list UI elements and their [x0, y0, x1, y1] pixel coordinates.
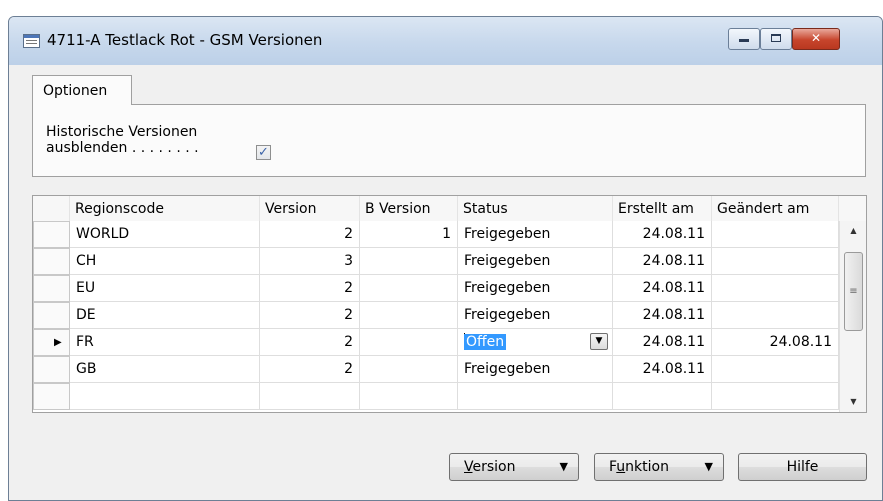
versions-table: Regionscode Version B Version Status Ers…	[32, 195, 867, 413]
header-region-code[interactable]: Regionscode	[70, 196, 260, 221]
funktion-menu-button[interactable]: Funktion ▼	[594, 453, 724, 481]
table-row[interactable]: EU 2 Freigegeben 24.08.11	[33, 275, 839, 302]
region-code-cell[interactable]: WORLD	[70, 221, 260, 248]
maximize-icon	[771, 34, 781, 42]
version-cell[interactable]: 2	[260, 329, 360, 356]
table-row[interactable]: WORLD 2 1 Freigegeben 24.08.11	[33, 221, 839, 248]
version-cell[interactable]: 2	[260, 275, 360, 302]
region-code-cell[interactable]: CH	[70, 248, 260, 275]
row-selector[interactable]	[33, 275, 70, 302]
created-cell[interactable]: 24.08.11	[613, 275, 712, 302]
changed-cell[interactable]	[712, 248, 839, 275]
chevron-down-icon: ▼	[595, 336, 603, 346]
status-dropdown[interactable]: Offen ▼	[458, 329, 613, 356]
changed-cell[interactable]	[712, 221, 839, 248]
b-version-cell[interactable]	[360, 329, 458, 356]
table-row[interactable]: GB 2 Freigegeben 24.08.11	[33, 356, 839, 383]
grip-icon: ≡	[849, 286, 858, 297]
hide-historic-checkbox[interactable]: ✓	[256, 145, 271, 160]
version-cell[interactable]: 3	[260, 248, 360, 275]
minimize-button[interactable]	[728, 28, 760, 50]
hide-historic-label: Historische Versionen ausblenden . . . .…	[46, 124, 199, 156]
region-code-cell[interactable]: GB	[70, 356, 260, 383]
version-cell[interactable]: 2	[260, 356, 360, 383]
close-button[interactable]: ✕	[792, 28, 840, 50]
created-cell[interactable]: 24.08.11	[613, 329, 712, 356]
table-row[interactable]: CH 3 Freigegeben 24.08.11	[33, 248, 839, 275]
scrollbar-thumb[interactable]: ≡	[844, 252, 863, 331]
changed-cell[interactable]	[712, 275, 839, 302]
row-selector[interactable]	[33, 248, 70, 275]
scroll-down-arrow-icon[interactable]: ▼	[840, 392, 866, 412]
header-version[interactable]: Version	[260, 196, 360, 221]
close-icon: ✕	[810, 31, 822, 45]
status-dropdown-button[interactable]: ▼	[590, 333, 608, 350]
chevron-down-icon: ▼	[704, 460, 713, 473]
created-cell[interactable]	[613, 383, 712, 410]
row-selector[interactable]	[33, 221, 70, 248]
tab-options[interactable]: Optionen	[32, 75, 132, 105]
created-cell[interactable]: 24.08.11	[613, 248, 712, 275]
region-code-cell[interactable]	[70, 383, 260, 410]
table-row-new[interactable]	[33, 383, 839, 410]
table-row-active[interactable]: ▶ FR 2 Offen ▼ 24.08.11 24.08.11	[33, 329, 839, 356]
b-version-cell[interactable]: 1	[360, 221, 458, 248]
changed-cell[interactable]: 24.08.11	[712, 329, 839, 356]
options-panel: Historische Versionen ausblenden . . . .…	[32, 104, 866, 177]
row-selector[interactable]	[33, 356, 70, 383]
status-cell[interactable]: Freigegeben	[458, 275, 613, 302]
table-row[interactable]: DE 2 Freigegeben 24.08.11	[33, 302, 839, 329]
status-cell[interactable]: Freigegeben	[458, 302, 613, 329]
created-cell[interactable]: 24.08.11	[613, 356, 712, 383]
table-header: Regionscode Version B Version Status Ers…	[33, 196, 866, 221]
created-cell[interactable]: 24.08.11	[613, 302, 712, 329]
b-version-cell[interactable]	[360, 302, 458, 329]
status-selected-value[interactable]: Offen	[464, 334, 507, 350]
version-cell[interactable]: 2	[260, 221, 360, 248]
form-icon	[23, 34, 40, 48]
b-version-cell[interactable]	[360, 383, 458, 410]
window-title: 4711-A Testlack Rot - GSM Versionen	[47, 31, 323, 49]
hide-historic-label-line2: ausblenden . . . . . . . .	[46, 140, 199, 156]
region-code-cell[interactable]: FR	[70, 329, 260, 356]
status-cell[interactable]: Freigegeben	[458, 221, 613, 248]
help-button[interactable]: Hilfe	[738, 453, 867, 481]
region-code-cell[interactable]: DE	[70, 302, 260, 329]
minimize-icon	[739, 39, 749, 42]
changed-cell[interactable]	[712, 356, 839, 383]
b-version-cell[interactable]	[360, 248, 458, 275]
version-button-accelerator: V	[464, 459, 473, 475]
check-icon: ✓	[258, 145, 269, 160]
funktion-button-label: nktion	[625, 459, 669, 475]
chevron-down-icon: ▼	[559, 460, 568, 473]
version-menu-button[interactable]: Version ▼	[449, 453, 579, 481]
version-cell[interactable]: 2	[260, 302, 360, 329]
row-selector[interactable]	[33, 383, 70, 410]
hide-historic-label-line1: Historische Versionen	[46, 124, 198, 140]
changed-cell[interactable]	[712, 302, 839, 329]
header-changed[interactable]: Geändert am	[712, 196, 839, 221]
created-cell[interactable]: 24.08.11	[613, 221, 712, 248]
row-selector[interactable]	[33, 302, 70, 329]
header-status[interactable]: Status	[458, 196, 613, 221]
header-created[interactable]: Erstellt am	[613, 196, 712, 221]
region-code-cell[interactable]: EU	[70, 275, 260, 302]
vertical-scrollbar[interactable]: ▲ ≡ ▼	[839, 221, 866, 412]
header-row-selector	[33, 196, 70, 221]
version-button-label: ersion	[472, 459, 516, 475]
funktion-button-accelerator: u	[616, 459, 626, 475]
status-cell[interactable]	[458, 383, 613, 410]
b-version-cell[interactable]	[360, 356, 458, 383]
status-cell[interactable]: Freigegeben	[458, 356, 613, 383]
changed-cell[interactable]	[712, 383, 839, 410]
maximize-button[interactable]	[760, 28, 792, 50]
header-b-version[interactable]: B Version	[360, 196, 458, 221]
current-row-indicator-icon[interactable]: ▶	[33, 329, 70, 356]
b-version-cell[interactable]	[360, 275, 458, 302]
version-cell[interactable]	[260, 383, 360, 410]
status-cell[interactable]: Freigegeben	[458, 248, 613, 275]
title-bar[interactable]: 4711-A Testlack Rot - GSM Versionen ✕	[9, 17, 882, 65]
scroll-up-arrow-icon[interactable]: ▲	[840, 221, 866, 241]
